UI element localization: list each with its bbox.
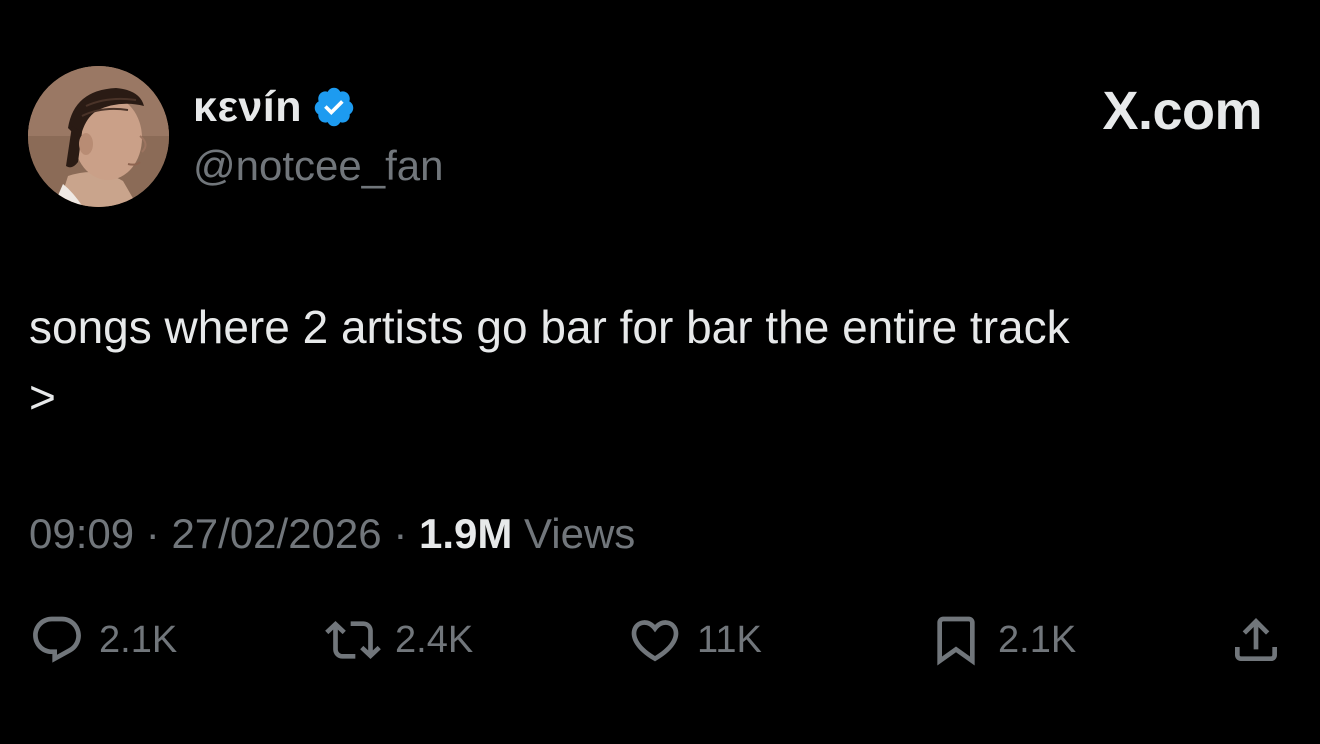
views-count: 1.9M — [418, 510, 513, 557]
author-name-row[interactable]: κενín — [193, 80, 356, 134]
retweet-button[interactable]: 2.4K — [325, 612, 473, 668]
brand-logo: X.com — [1102, 81, 1262, 141]
share-button[interactable] — [1228, 612, 1284, 668]
meta-separator: · — [134, 510, 172, 557]
action-bar: 2.1K 2.4K 11K 2.1K — [0, 612, 1320, 668]
meta-separator: · — [381, 510, 419, 557]
retweet-icon — [325, 621, 381, 659]
bookmark-count: 2.1K — [998, 618, 1077, 661]
display-name[interactable]: κενín — [193, 83, 302, 132]
verified-badge-icon — [314, 87, 354, 127]
like-button[interactable]: 11K — [627, 612, 762, 668]
tweet-date[interactable]: 27/02/2026 — [171, 510, 381, 557]
like-count: 11K — [697, 618, 762, 661]
tweet-meta: 09:09 · 27/02/2026 · 1.9M Views — [29, 510, 635, 558]
tweet-text: songs where 2 artists go bar for bar the… — [29, 301, 1070, 423]
retweet-count: 2.4K — [395, 618, 474, 661]
share-icon — [1235, 618, 1277, 661]
bookmark-icon — [937, 616, 975, 666]
tweet-time[interactable]: 09:09 — [29, 510, 134, 557]
reply-button[interactable]: 2.1K — [29, 612, 177, 668]
avatar[interactable] — [28, 66, 169, 207]
views-label: Views — [524, 510, 636, 557]
bookmark-button[interactable]: 2.1K — [928, 612, 1076, 668]
avatar-image — [28, 66, 169, 207]
author-handle[interactable]: @notcee_fan — [193, 142, 443, 190]
reply-count: 2.1K — [99, 618, 178, 661]
heart-icon — [631, 620, 679, 662]
reply-icon — [33, 616, 81, 663]
